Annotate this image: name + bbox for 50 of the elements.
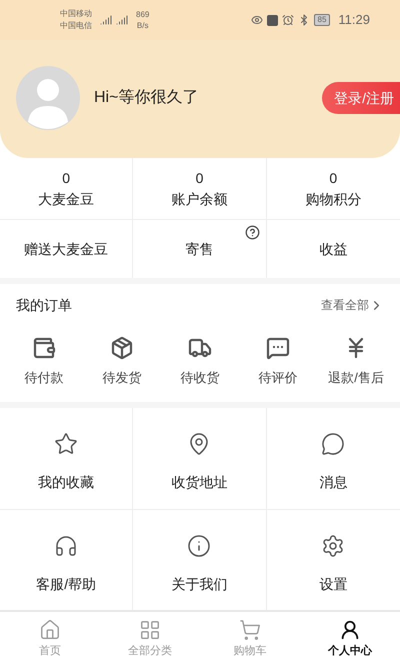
eye-icon [250,14,263,26]
stat-value: 0 [62,168,70,188]
box-icon[interactable] [110,336,134,360]
clock-time: 11:29 [338,11,370,30]
alarm-icon [282,14,294,26]
service-link[interactable]: 设置 [319,574,348,594]
greeting-text: Hi~等你很久了 [94,88,198,108]
orders-title: 我的订单 [16,296,72,314]
service-link[interactable]: 我的收藏 [38,472,94,493]
order-status-link[interactable]: 退款/售后 [328,368,384,388]
headset-icon[interactable] [54,534,78,558]
cart-icon [239,618,261,641]
avatar-icon [16,66,80,130]
message-icon[interactable] [321,432,346,456]
star-icon[interactable] [54,432,78,456]
battery-level: 85 [314,14,330,26]
wallet-icon[interactable] [32,336,56,360]
home-icon [39,618,61,641]
order-status-link[interactable]: 待评价 [258,368,298,388]
stat-value: 0 [329,168,338,188]
login-register-button[interactable]: 登录/注册 [322,82,400,114]
info-icon[interactable] [187,534,212,558]
service-link[interactable]: 收货地址 [171,472,228,493]
network-speed-text: B/s [136,20,148,31]
chat-bubble-icon[interactable] [266,336,290,360]
signal-icon [100,14,112,26]
stat-label: 购物积分 [305,190,362,208]
stat-label: 大麦金豆 [38,190,94,208]
carrier-text: 中国移动 [60,8,92,20]
truck-icon[interactable] [188,336,212,360]
stat-value: 0 [196,168,204,188]
stat-label: 账户余额 [171,190,228,208]
order-status-link[interactable]: 待付款 [24,368,64,388]
network-speed-text: 869 [136,9,150,20]
view-all-link[interactable]: 查看全部 [321,296,369,314]
action-link[interactable]: 寄售 [185,238,214,260]
service-link[interactable]: 消息 [319,472,348,493]
service-link[interactable]: 客服/帮助 [36,574,96,594]
service-link[interactable]: 关于我们 [171,574,228,594]
help-icon[interactable] [244,225,260,240]
action-link[interactable]: 赠送大麦金豆 [24,238,108,260]
user-icon [339,618,361,641]
action-link[interactable]: 收益 [319,238,348,260]
carrier-text: 中国电信 [60,20,92,32]
order-status-link[interactable]: 待发货 [102,368,142,388]
order-status-link[interactable]: 待收货 [180,368,220,388]
signal-icon [116,14,128,26]
tab-item[interactable]: 个人中心 [300,612,400,666]
settings-icon[interactable] [321,534,346,558]
grid-icon [139,618,161,641]
